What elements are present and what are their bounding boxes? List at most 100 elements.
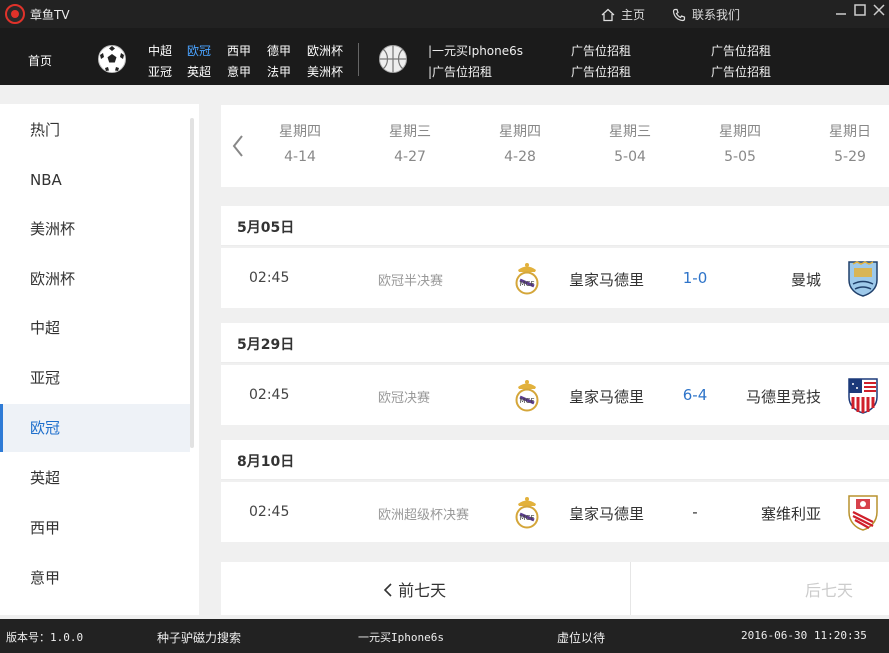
phone-icon xyxy=(672,8,686,21)
app-title: 章鱼TV xyxy=(30,8,70,22)
nav-league-zhongchao[interactable]: 中超 xyxy=(148,42,172,59)
nav-ad-link[interactable]: 广告位招租 xyxy=(711,63,771,80)
nav-league-xijia[interactable]: 西甲 xyxy=(227,42,251,59)
svg-text:MCF: MCF xyxy=(520,514,535,522)
date-weekday: 星期四 xyxy=(499,124,541,140)
status-link-torrent[interactable]: 种子驴磁力搜索 xyxy=(157,629,241,646)
date-day: 5-05 xyxy=(724,149,756,165)
close-button[interactable] xyxy=(871,3,887,19)
match-away-team: 曼城 xyxy=(790,271,821,289)
real-madrid-crest-icon: MCF xyxy=(515,380,539,412)
date-prev-arrow-icon[interactable] xyxy=(229,133,247,159)
match-home-team: 皇家马德里 xyxy=(569,271,645,289)
next-week-label: 后七天 xyxy=(805,581,854,600)
match-group-date: 5月05日 xyxy=(237,220,295,236)
sidebar: 热门 NBA 美洲杯 欧洲杯 中超 亚冠 欧冠 英超 西甲 意甲 xyxy=(0,104,199,615)
nav-ad-link[interactable]: |广告位招租 xyxy=(428,63,492,80)
nav-league-meizhoubei[interactable]: 美洲杯 xyxy=(307,63,343,80)
status-link-vacant[interactable]: 虚位以待 xyxy=(557,629,605,646)
minimize-button[interactable] xyxy=(833,3,849,19)
prev-week-label: 前七天 xyxy=(398,581,447,600)
date-day: 4-14 xyxy=(284,149,316,165)
date-tab[interactable]: 星期三 4-27 xyxy=(370,121,450,165)
maximize-icon xyxy=(854,4,866,16)
match-group-date: 5月29日 xyxy=(237,337,295,353)
sidebar-item-ucl[interactable]: 欧冠 xyxy=(0,404,190,452)
match-row[interactable]: 02:45 欧冠决赛 MCF 皇家马德里 6-4 马德里竞技 xyxy=(221,365,889,425)
sidebar-item-euro[interactable]: 欧洲杯 xyxy=(0,255,190,303)
sidebar-item-csl[interactable]: 中超 xyxy=(0,304,190,352)
nav-ad-link[interactable]: 广告位招租 xyxy=(571,63,631,80)
app-logo-icon xyxy=(5,4,25,24)
match-time: 02:45 xyxy=(249,270,290,286)
soccer-ball-icon xyxy=(98,45,126,73)
sidebar-scrollbar[interactable] xyxy=(190,118,194,448)
date-day: 4-27 xyxy=(394,149,426,165)
real-madrid-crest-icon: MCF xyxy=(515,497,539,529)
close-icon xyxy=(873,4,885,16)
date-tab[interactable]: 星期四 4-14 xyxy=(260,121,340,165)
nav-league-yingchao[interactable]: 英超 xyxy=(187,63,211,80)
sidebar-item-hot[interactable]: 热门 xyxy=(0,106,190,154)
nav-league-ouguan[interactable]: 欧冠 xyxy=(187,42,211,59)
nav-ad-link[interactable]: 广告位招租 xyxy=(711,42,771,59)
match-group-header: 8月10日 xyxy=(221,440,889,480)
sidebar-item-afc[interactable]: 亚冠 xyxy=(0,354,190,402)
nav-league-yaguan[interactable]: 亚冠 xyxy=(148,63,172,80)
match-away-team: 马德里竞技 xyxy=(745,388,821,406)
match-row[interactable]: 02:45 欧冠半决赛 MCF 皇家马德里 1-0 曼城 xyxy=(221,248,889,308)
date-weekday: 星期四 xyxy=(279,124,321,140)
sidebar-item-nba[interactable]: NBA xyxy=(0,156,190,204)
match-time: 02:45 xyxy=(249,387,290,403)
match-score: 6-4 xyxy=(682,386,708,404)
man-city-crest-icon xyxy=(848,261,878,297)
sevilla-crest-icon xyxy=(848,495,878,531)
home-link-label: 主页 xyxy=(621,8,646,22)
pager-divider xyxy=(630,562,631,615)
nav-divider xyxy=(358,43,359,76)
match-group-header: 5月05日 xyxy=(221,206,889,246)
home-link[interactable]: 主页 xyxy=(601,6,645,23)
nav-league-yijia[interactable]: 意甲 xyxy=(227,63,251,80)
contact-link[interactable]: 联系我们 xyxy=(672,6,740,23)
date-tab[interactable]: 星期四 4-28 xyxy=(480,121,560,165)
prev-week-button[interactable]: 前七天 xyxy=(383,577,446,601)
atletico-crest-icon xyxy=(848,378,878,414)
sidebar-item-copa-america[interactable]: 美洲杯 xyxy=(0,205,190,253)
nav-league-fajia[interactable]: 法甲 xyxy=(267,63,291,80)
match-away-team: 塞维利亚 xyxy=(760,505,821,523)
nav-home[interactable]: 首页 xyxy=(28,52,52,69)
maximize-button[interactable] xyxy=(852,3,868,19)
chevron-left-icon xyxy=(383,583,392,597)
sidebar-item-epl[interactable]: 英超 xyxy=(0,454,190,502)
nav-league-dejia[interactable]: 德甲 xyxy=(267,42,291,59)
nav-ad-link[interactable]: |一元买Iphone6s xyxy=(428,42,523,59)
nav-league-ouzhoubei[interactable]: 欧洲杯 xyxy=(307,42,343,59)
date-tab[interactable]: 星期四 5-05 xyxy=(700,121,780,165)
date-weekday: 星期四 xyxy=(719,124,761,140)
date-day: 5-04 xyxy=(614,149,646,165)
nav-bar: 首页 中超 欧冠 西甲 德甲 欧洲杯 亚冠 英超 意甲 法甲 美洲杯 |一元买I… xyxy=(0,28,889,85)
match-home-team: 皇家马德里 xyxy=(569,388,645,406)
real-madrid-crest-icon: MCF xyxy=(515,263,539,295)
date-strip: 星期四 4-14 星期三 4-27 星期四 4-28 星期三 5-04 星期四 … xyxy=(221,105,889,187)
minimize-icon xyxy=(836,13,846,15)
date-weekday: 星期三 xyxy=(609,124,651,140)
match-competition: 欧冠决赛 xyxy=(378,391,431,406)
sidebar-item-seriea[interactable]: 意甲 xyxy=(0,554,190,602)
status-datetime: 2016-06-30 11:20:35 xyxy=(741,629,867,642)
match-score: - xyxy=(692,503,698,521)
contact-link-label: 联系我们 xyxy=(692,8,741,22)
next-week-button[interactable]: 后七天 xyxy=(805,577,853,601)
app-version: 版本号：1.0.0 xyxy=(6,631,84,644)
match-competition: 欧洲超级杯决赛 xyxy=(378,508,470,523)
match-row[interactable]: 02:45 欧洲超级杯决赛 MCF 皇家马德里 - 塞维利亚 xyxy=(221,482,889,542)
date-weekday: 星期日 xyxy=(829,124,871,140)
status-link-iphone[interactable]: 一元买Iphone6s xyxy=(358,629,444,645)
date-day: 4-28 xyxy=(504,149,536,165)
nav-ad-link[interactable]: 广告位招租 xyxy=(571,42,631,59)
svg-text:MCF: MCF xyxy=(520,397,535,405)
sidebar-item-laliga[interactable]: 西甲 xyxy=(0,504,190,552)
date-tab[interactable]: 星期三 5-04 xyxy=(590,121,670,165)
date-tab[interactable]: 星期日 5-29 xyxy=(810,121,889,165)
